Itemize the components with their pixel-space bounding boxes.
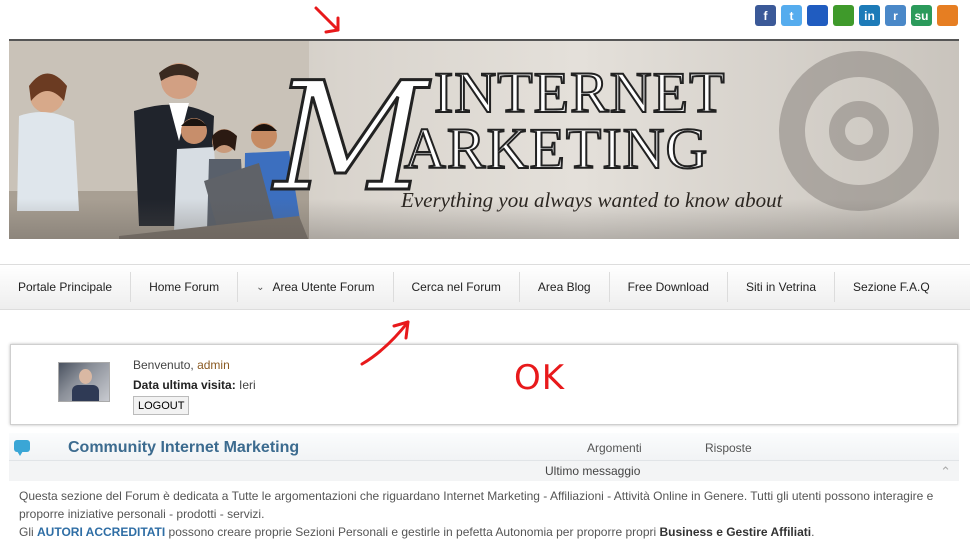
reddit-icon-glyph: r <box>893 8 898 23</box>
column-header-last-message: Ultimo messaggio <box>545 464 641 478</box>
nav-item-siti-in-vetrina[interactable]: Siti in Vetrina <box>728 272 836 302</box>
social-share-bar: f t in r su <box>755 5 958 26</box>
forum-category: Community Internet Marketing Argomenti R… <box>9 433 959 541</box>
nav-item-label: Area Utente Forum <box>272 280 375 294</box>
avatar-body <box>72 385 99 401</box>
nav-item-label: Sezione F.A.Q <box>853 280 930 294</box>
forum-desc-end: . <box>811 525 815 539</box>
nav-item-area-utente-forum[interactable]: ⌄ Area Utente Forum <box>238 272 394 302</box>
annotation-arrow-nav <box>360 320 410 366</box>
delicious-icon[interactable] <box>807 5 828 26</box>
authors-accredited-link[interactable]: AUTORI ACCREDITATI <box>37 525 165 539</box>
facebook-icon-glyph: f <box>763 8 768 23</box>
column-header-topics: Argomenti <box>587 441 642 455</box>
avatar-head <box>79 369 92 384</box>
banner-title-line1: INTERNET <box>433 62 726 124</box>
nav-item-label: Area Blog <box>537 280 591 294</box>
forum-description: Questa sezione del Forum è dedicata a Tu… <box>19 487 954 541</box>
chat-bubble-icon <box>14 440 30 456</box>
page: f t in r su M INTERNET ARKETING Portale … <box>0 0 970 541</box>
forum-subheader: Ultimo messaggio ⌃ <box>9 461 959 481</box>
welcome-prefix: Benvenuto, <box>133 358 198 372</box>
nav-item-label: Home Forum <box>149 280 220 294</box>
forum-category-title[interactable]: Community Internet Marketing <box>68 439 299 457</box>
annotation-arrow-top <box>314 6 340 34</box>
main-nav: Portale Principale Home Forum ⌄ Area Utente… <box>0 264 970 310</box>
nav-item-cerca-nel-forum[interactable]: Cerca nel Forum <box>394 272 520 302</box>
last-visit-value: Ieri <box>235 378 256 392</box>
linkedin-icon-glyph: in <box>864 8 875 23</box>
logout-button[interactable]: LOGOUT <box>133 396 190 415</box>
nav-item-free-download[interactable]: Free Download <box>610 272 728 302</box>
forum-desc-bold: Business e Gestire Affiliati <box>659 525 812 539</box>
last-visit: Data ultima visita: Ieri <box>133 378 256 392</box>
twitter-icon-glyph: t <box>789 8 794 23</box>
banner-floor-shadow <box>9 199 959 239</box>
forum-desc-line1: Questa sezione del Forum è dedicata a Tu… <box>19 489 934 521</box>
nav-item-sezione-f-a-q[interactable]: Sezione F.A.Q <box>835 272 948 302</box>
chevron-down-icon: ⌄ <box>256 281 265 293</box>
nav-item-area-blog[interactable]: Area Blog <box>520 272 610 302</box>
column-header-replies: Risposte <box>705 441 752 455</box>
google-bookmarks-icon[interactable] <box>833 5 854 26</box>
welcome-text: Benvenuto, admin <box>133 358 230 372</box>
user-panel: Benvenuto, admin Data ultima visita: Ier… <box>10 344 958 425</box>
nav-item-portale-principale[interactable]: Portale Principale <box>0 272 132 302</box>
last-visit-label: Data ultima visita: <box>133 378 236 392</box>
stumbleupon-icon-glyph: su <box>914 8 929 23</box>
collapse-chevron-icon[interactable]: ⌃ <box>940 464 951 480</box>
banner-title-line2: ARKETING <box>403 116 709 181</box>
stumbleupon-icon[interactable]: su <box>911 5 932 26</box>
username-link[interactable]: admin <box>197 358 230 372</box>
annotation-ok-text: OK <box>514 358 566 398</box>
nav-item-label: Free Download <box>627 280 709 294</box>
site-banner[interactable]: M INTERNET ARKETING Everything you alway… <box>9 39 959 239</box>
facebook-icon[interactable]: f <box>755 5 776 26</box>
nav-item-label: Cerca nel Forum <box>411 280 501 294</box>
twitter-icon[interactable]: t <box>781 5 802 26</box>
forum-desc-prefix: Gli <box>19 525 37 539</box>
nav-item-label: Siti in Vetrina <box>745 280 817 294</box>
avatar[interactable] <box>58 362 110 402</box>
reddit-icon[interactable]: r <box>885 5 906 26</box>
nav-item-label: Portale Principale <box>18 280 113 294</box>
nav-item-home-forum[interactable]: Home Forum <box>131 272 239 302</box>
rss-icon[interactable] <box>937 5 958 26</box>
forum-desc-mid: possono creare proprie Sezioni Personali… <box>165 525 660 539</box>
at-symbol-core <box>829 101 889 161</box>
forum-category-header: Community Internet Marketing Argomenti R… <box>9 433 959 461</box>
linkedin-icon[interactable]: in <box>859 5 880 26</box>
